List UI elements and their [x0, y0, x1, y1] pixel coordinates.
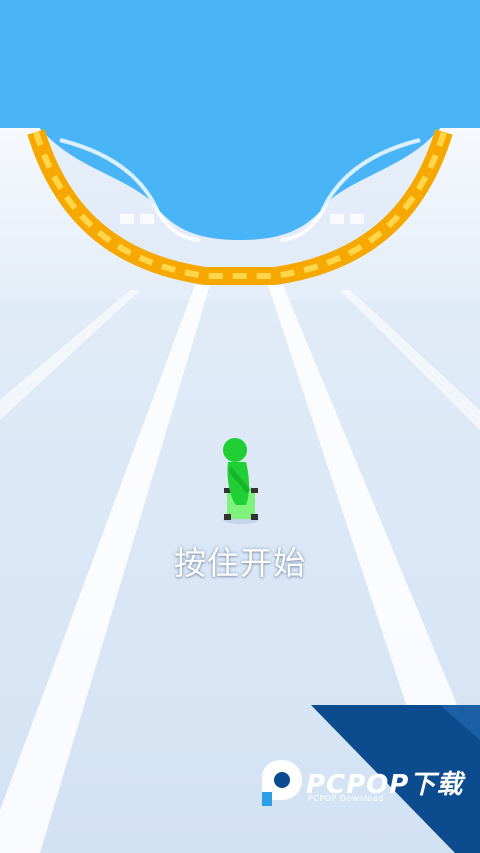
game-screen[interactable]: 按住开始 PCPOP下载 PCPOP Download — [0, 0, 480, 853]
game-scene — [0, 0, 480, 853]
hold-to-start-prompt: 按住开始 — [173, 544, 306, 582]
